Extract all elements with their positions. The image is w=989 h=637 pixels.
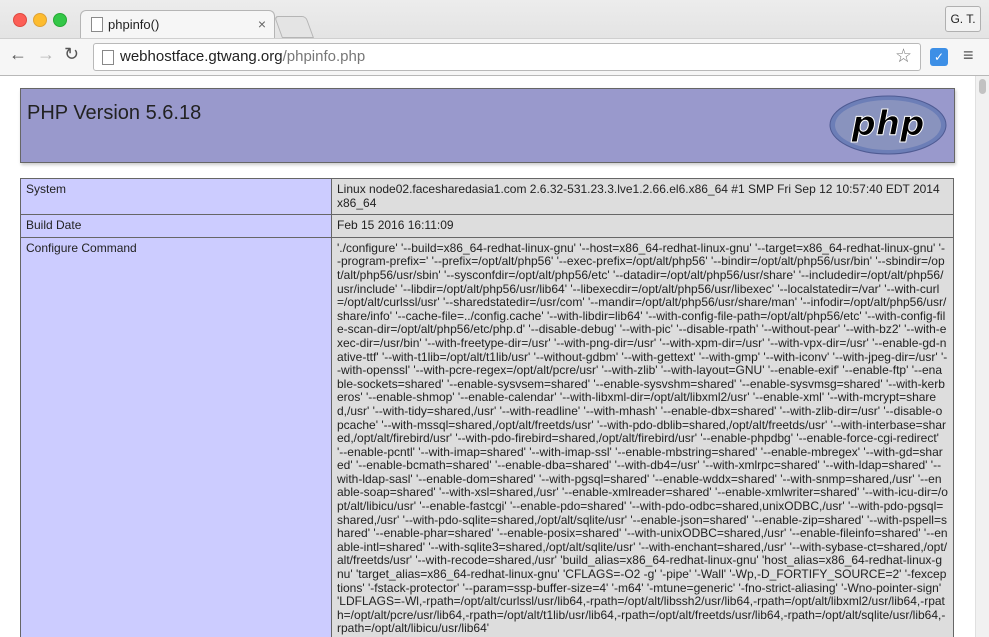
vertical-scrollbar[interactable] <box>975 76 989 637</box>
extension-icon[interactable]: ✓ <box>930 48 948 66</box>
back-arrow-icon[interactable]: ← <box>9 44 27 65</box>
row-key: System <box>20 177 332 216</box>
row-key: Configure Command <box>20 236 332 637</box>
row-value: Feb 15 2016 16:11:09 <box>331 214 954 238</box>
reload-icon[interactable]: ↻ <box>64 44 79 65</box>
page-icon <box>91 17 103 32</box>
info-table: System Linux node02.facesharedasia1.com … <box>20 177 954 637</box>
bookmark-star-icon[interactable]: ☆ <box>895 45 912 68</box>
php-logo: php <box>829 95 947 155</box>
address-bar[interactable]: webhostface.gtwang.org/phpinfo.php ☆ <box>93 43 921 71</box>
table-row: Configure Command './configure' '--build… <box>20 236 954 637</box>
page-info-icon[interactable] <box>102 50 114 65</box>
page-title: PHP Version 5.6.18 <box>27 102 202 124</box>
row-value: Linux node02.facesharedasia1.com 2.6.32-… <box>331 177 954 216</box>
browser-tab[interactable]: phpinfo() × <box>80 10 275 39</box>
minimize-window-button[interactable] <box>33 13 47 27</box>
row-value: './configure' '--build=x86_64-redhat-lin… <box>331 236 954 637</box>
table-row: Build Date Feb 15 2016 16:11:09 <box>20 214 954 238</box>
maximize-window-button[interactable] <box>53 13 67 27</box>
new-tab-button[interactable] <box>273 16 315 38</box>
menu-icon[interactable]: ≡ <box>963 45 974 66</box>
forward-arrow-icon[interactable]: → <box>37 44 55 65</box>
scrollbar-thumb[interactable] <box>979 79 986 94</box>
php-logo-text: php <box>851 104 925 144</box>
row-key: Build Date <box>20 214 332 238</box>
tab-title: phpinfo() <box>108 17 160 32</box>
table-row: System Linux node02.facesharedasia1.com … <box>20 177 954 216</box>
url-host: webhostface.gtwang.org <box>120 48 283 65</box>
page-content: PHP Version 5.6.18 php System Linux node… <box>0 76 975 637</box>
url-text[interactable]: webhostface.gtwang.org/phpinfo.php <box>120 48 365 65</box>
browser-chrome: phpinfo() × G. T. ← → ↻ webhostface.gtwa… <box>0 0 989 76</box>
profile-button[interactable]: G. T. <box>945 6 981 32</box>
close-window-button[interactable] <box>13 13 27 27</box>
url-path: /phpinfo.php <box>282 48 366 65</box>
browser-toolbar: ← → ↻ webhostface.gtwang.org/phpinfo.php… <box>0 38 989 75</box>
tab-close-icon[interactable]: × <box>258 16 266 32</box>
php-header: PHP Version 5.6.18 php <box>20 88 955 163</box>
